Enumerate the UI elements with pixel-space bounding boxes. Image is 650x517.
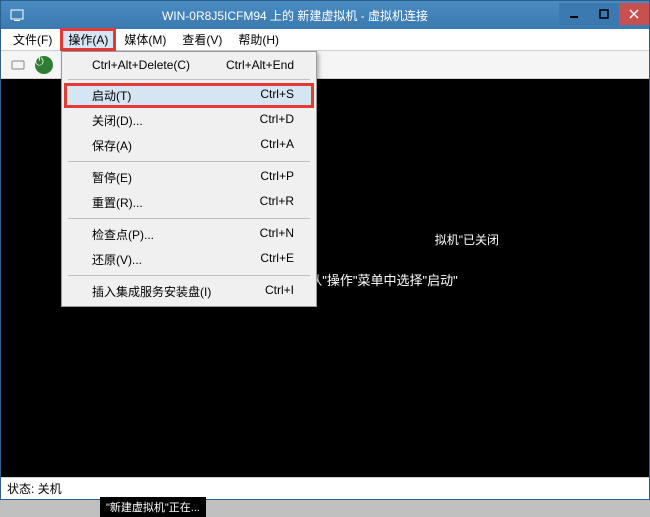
dd-label: 暂停(E) bbox=[92, 169, 132, 186]
window-controls bbox=[559, 6, 649, 25]
menu-view[interactable]: 查看(V) bbox=[174, 29, 230, 50]
action-dropdown: Ctrl+Alt+Delete(C) Ctrl+Alt+End 启动(T) Ct… bbox=[61, 51, 317, 307]
dd-reset[interactable]: 重置(R)... Ctrl+R bbox=[64, 190, 314, 215]
dd-label: 检查点(P)... bbox=[92, 226, 154, 243]
dd-label: 保存(A) bbox=[92, 137, 132, 154]
dd-start[interactable]: 启动(T) Ctrl+S bbox=[64, 83, 314, 108]
dd-shortcut: Ctrl+P bbox=[260, 169, 294, 186]
dd-ctrl-alt-del[interactable]: Ctrl+Alt+Delete(C) Ctrl+Alt+End bbox=[64, 54, 314, 76]
menu-media[interactable]: 媒体(M) bbox=[116, 29, 174, 50]
dd-label: 插入集成服务安装盘(I) bbox=[92, 283, 211, 300]
close-button[interactable] bbox=[619, 3, 649, 25]
dd-label: 重置(R)... bbox=[92, 194, 143, 211]
dd-checkpoint[interactable]: 检查点(P)... Ctrl+N bbox=[64, 222, 314, 247]
dd-separator bbox=[68, 161, 310, 162]
dd-shortcut: Ctrl+S bbox=[260, 87, 294, 104]
menubar: 文件(F) 操作(A) 媒体(M) 查看(V) 帮助(H) Ctrl+Alt+D… bbox=[1, 29, 649, 51]
maximize-button[interactable] bbox=[589, 3, 619, 25]
dd-revert[interactable]: 还原(V)... Ctrl+E bbox=[64, 247, 314, 272]
vm-status-message: 拟机"已关闭 bbox=[435, 227, 649, 250]
dd-label: 关闭(D)... bbox=[92, 112, 143, 129]
dd-shortcut: Ctrl+Alt+End bbox=[226, 58, 294, 72]
dd-label: Ctrl+Alt+Delete(C) bbox=[92, 58, 190, 72]
menu-help[interactable]: 帮助(H) bbox=[230, 29, 287, 50]
tool-start-icon[interactable]: ⏻ bbox=[33, 54, 55, 76]
dd-label: 启动(T) bbox=[92, 87, 131, 104]
dd-shortcut: Ctrl+E bbox=[260, 251, 294, 268]
dd-shortcut: Ctrl+D bbox=[260, 112, 294, 129]
menu-action[interactable]: 操作(A) bbox=[60, 28, 116, 51]
statusbar: 状态: 关机 bbox=[1, 477, 649, 499]
dd-label: 还原(V)... bbox=[92, 251, 142, 268]
dd-separator bbox=[68, 79, 310, 80]
dd-pause[interactable]: 暂停(E) Ctrl+P bbox=[64, 165, 314, 190]
tool-ctrl-alt-del-icon[interactable] bbox=[7, 54, 29, 76]
app-icon bbox=[9, 7, 25, 23]
dd-shortcut: Ctrl+I bbox=[265, 283, 294, 300]
dd-insert-integration-disk[interactable]: 插入集成服务安装盘(I) Ctrl+I bbox=[64, 279, 314, 304]
status-text: 状态: 关机 bbox=[7, 480, 62, 497]
minimize-button[interactable] bbox=[559, 3, 589, 25]
vm-connection-window: WIN-0R8J5ICFM94 上的 新建虚拟机 - 虚拟机连接 文件(F) 操… bbox=[0, 0, 650, 500]
dd-shortcut: Ctrl+N bbox=[260, 226, 294, 243]
titlebar: WIN-0R8J5ICFM94 上的 新建虚拟机 - 虚拟机连接 bbox=[1, 1, 649, 29]
dd-shortcut: Ctrl+A bbox=[260, 137, 294, 154]
window-title: WIN-0R8J5ICFM94 上的 新建虚拟机 - 虚拟机连接 bbox=[31, 7, 559, 24]
dd-shortcut: Ctrl+R bbox=[260, 194, 294, 211]
dd-shutdown[interactable]: 关闭(D)... Ctrl+D bbox=[64, 108, 314, 133]
dd-separator bbox=[68, 218, 310, 219]
dd-save[interactable]: 保存(A) Ctrl+A bbox=[64, 133, 314, 158]
taskbar-tooltip: "新建虚拟机"正在... bbox=[100, 497, 206, 517]
menu-file[interactable]: 文件(F) bbox=[5, 29, 60, 50]
dd-separator bbox=[68, 275, 310, 276]
